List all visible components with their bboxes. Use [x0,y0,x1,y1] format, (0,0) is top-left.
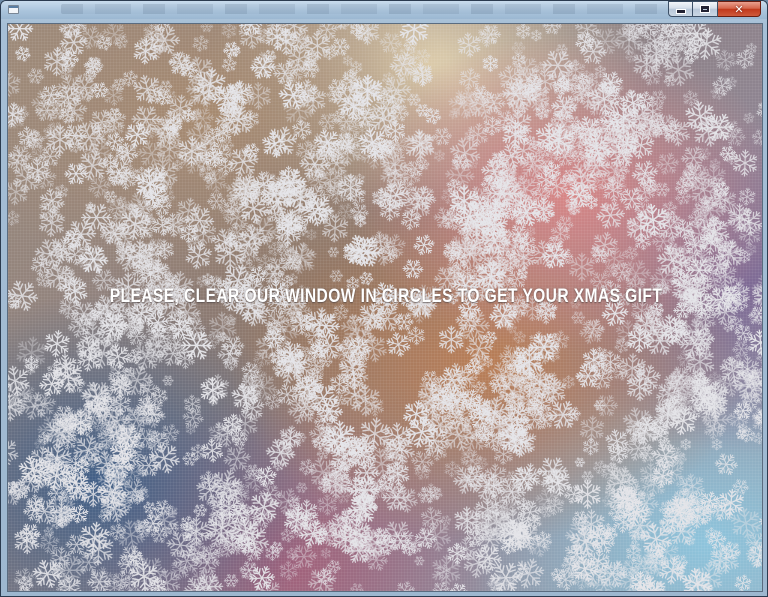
snowflake [715,487,747,519]
snowflake [207,394,220,407]
snowflake [59,157,93,190]
snowflake [478,51,503,76]
snowflake [620,242,642,264]
snowflake [75,24,107,53]
snowflake [442,459,462,479]
snowflake [157,420,183,447]
blurred-title-background [61,4,681,14]
snowflake [580,314,609,343]
snowflake [23,63,48,89]
maximize-button[interactable] [693,1,718,17]
snowflake [392,578,419,591]
snowflake [347,579,367,591]
snowflake [8,209,22,227]
snowflake [117,590,138,591]
snowflake [429,578,453,591]
snowflake [8,521,46,560]
snowflake [182,239,216,273]
instruction-message: PLEASE, CLEAR OUR WINDOW IN CIRCLES TO G… [109,286,663,307]
snowflake [327,266,346,286]
frost-layer [8,24,762,591]
snowflake [672,186,694,208]
snowflake [577,414,607,444]
snowflake [511,328,528,346]
snowflake [710,438,724,451]
snowflake [190,501,210,520]
snowflake [219,55,239,75]
snowflake [239,76,278,116]
app-window-icon[interactable] [8,5,19,14]
snowflake [274,556,303,585]
snowflake [384,479,425,519]
snowflake [314,109,341,135]
snowflake [293,479,311,497]
snowflake [220,570,242,591]
snowflake [260,46,280,66]
minimize-icon [676,10,685,13]
frosted-window-canvas[interactable]: PLEASE, CLEAR OUR WINDOW IN CIRCLES TO G… [7,23,763,592]
snowflake [730,148,760,178]
snowflake [398,207,424,233]
snowflake [637,61,667,90]
snowflake [76,519,113,556]
snowflake [420,482,442,504]
close-icon: ✕ [734,2,744,16]
snowflake [197,24,216,36]
snowflake [750,429,762,447]
snowflake [220,38,244,62]
snowflake [750,429,762,447]
snowflake [348,24,386,51]
close-button[interactable]: ✕ [718,1,761,17]
snowflake [739,532,762,576]
snowflake [572,454,588,470]
snowflake [741,111,756,126]
snowflake [581,437,601,457]
snowflake [412,553,427,569]
snowflake [709,447,743,481]
snowflake [432,149,447,163]
snowflake [508,553,549,591]
snowflake [733,48,757,71]
snowflake [732,572,754,591]
snowflake [512,24,535,43]
snowflake [398,254,428,284]
snowflake [456,65,483,93]
snowflake [572,479,603,509]
snowflake [753,98,762,123]
snowflake [754,501,762,537]
snowflake [411,460,434,483]
window-controls: ✕ [668,1,761,17]
snowflake [356,415,394,453]
snowflake [325,244,342,261]
snowflake [8,69,24,100]
snowflake [190,33,211,54]
snowflake [11,42,35,66]
snowflake [529,29,543,42]
snowflake [220,24,238,40]
snowflake [679,438,693,451]
snowflake [747,125,762,150]
snowflake [410,231,438,259]
snowflake [744,42,758,56]
snowflake [303,562,341,591]
snowflake [591,196,630,235]
snowflake [728,475,753,499]
snowflake [567,252,597,282]
snowflake [160,372,176,389]
snowflake [41,328,73,359]
minimize-button[interactable] [668,1,693,17]
snowflake [538,24,566,40]
snowflake [559,372,579,392]
snowflake [661,72,679,90]
snowflake [319,547,332,560]
maximize-icon [701,6,709,12]
snowflake [84,104,119,140]
snowflake [8,24,39,48]
app-window: ✕ PLEASE, CLEAR OUR WINDOW IN CIRCLES TO… [0,0,768,597]
snowflake [397,122,443,168]
title-bar[interactable]: ✕ [1,1,767,19]
snowflake [451,27,487,63]
snowflake [36,530,62,556]
